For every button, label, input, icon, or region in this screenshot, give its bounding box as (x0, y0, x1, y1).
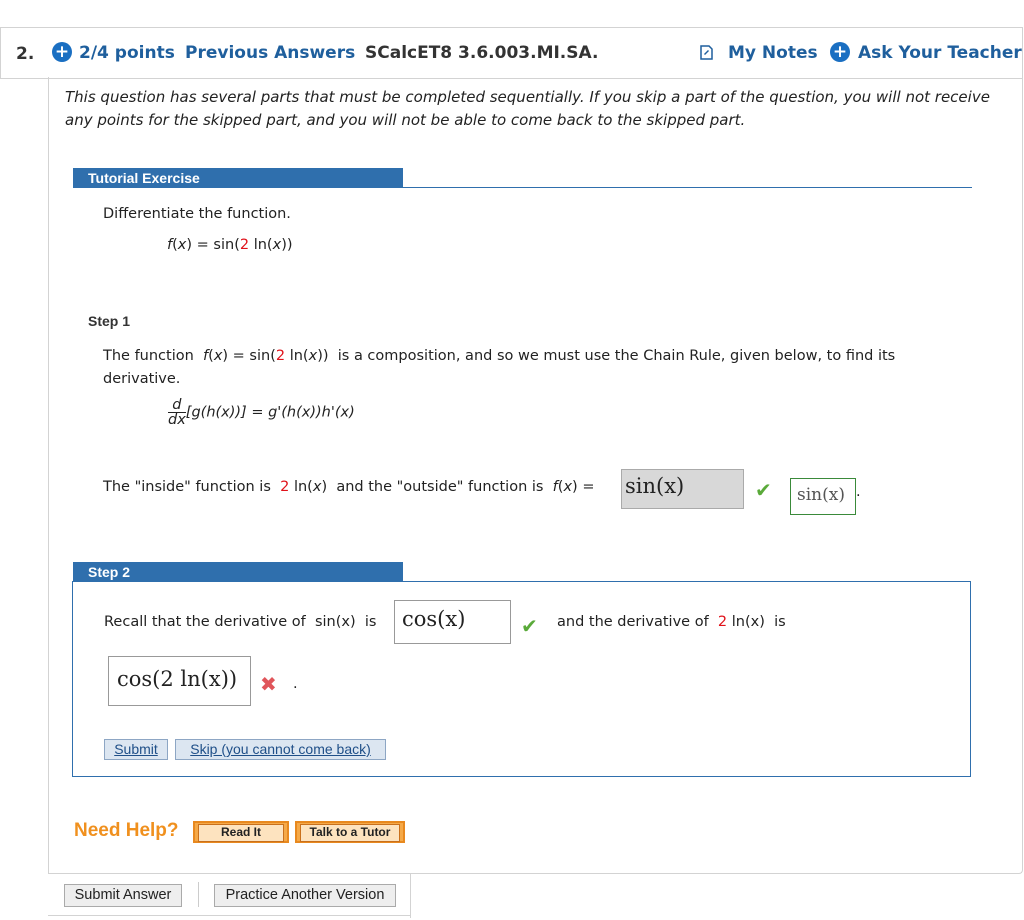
step1-title: Step 1 (88, 313, 131, 329)
tutorial-exercise-header: Tutorial Exercise (73, 168, 403, 188)
need-help-label: Need Help? (74, 820, 179, 841)
recall-text-b: and the derivative of 2 ln(x) is (557, 614, 786, 630)
step1-period: . (856, 484, 861, 500)
incorrect-x-icon: ✖ (260, 672, 277, 696)
previous-answers-link[interactable]: Previous Answers (185, 43, 355, 63)
footer-bottom-border (48, 915, 411, 916)
ask-teacher-link[interactable]: Ask Your Teacher (858, 43, 1022, 63)
talk-to-tutor-button[interactable]: Talk to a Tutor (295, 821, 405, 843)
ask-teacher-plus-icon[interactable]: + (830, 42, 850, 62)
skip-button[interactable]: Skip (you cannot come back) (175, 739, 386, 760)
footer-divider (198, 882, 199, 907)
question-number: 2. (16, 44, 35, 64)
submit-answer-button[interactable]: Submit Answer (64, 884, 182, 907)
assignment-id: SCalcET8 3.6.003.MI.SA. (365, 43, 599, 63)
sequential-notice: This question has several parts that mus… (65, 88, 990, 129)
expand-plus-icon[interactable]: + (52, 42, 72, 62)
points-link[interactable]: 2/4 points (79, 43, 175, 63)
derivative-ln-input[interactable]: cos(2 ln(x)) (108, 656, 251, 706)
notes-icon[interactable] (700, 45, 713, 60)
practice-another-version-button[interactable]: Practice Another Version (214, 884, 396, 907)
outside-answer-display: sin(x) (790, 478, 856, 515)
footer-right-border (410, 873, 411, 918)
step2-period: . (293, 676, 298, 692)
outside-function-answer[interactable]: sin(x) (621, 469, 744, 509)
recall-text-a: Recall that the derivative of sin(x) is (104, 614, 377, 630)
step2-header: Step 2 (73, 562, 403, 582)
read-it-button[interactable]: Read It (193, 821, 289, 843)
my-notes-link[interactable]: My Notes (728, 43, 818, 63)
chain-rule-formula: d dx [g(h(x))] = g'(h(x))h'(x) (168, 397, 355, 428)
step1-text-line2: derivative. (103, 371, 181, 387)
correct-check-icon: ✔ (755, 478, 772, 502)
function-definition: f(x) = sin(2 ln(x)) (167, 237, 293, 253)
tutorial-divider (73, 187, 972, 188)
question-header: 2. + 2/4 points Previous Answers SCalcET… (0, 27, 1023, 79)
tutorial-instruction: Differentiate the function. (103, 206, 291, 222)
correct-check-icon-2: ✔ (521, 614, 538, 638)
derivative-sin-input[interactable]: cos(x) (394, 600, 511, 644)
submit-button[interactable]: Submit (104, 739, 168, 760)
inside-outside-text: The "inside" function is 2 ln(x) and the… (103, 479, 595, 495)
step1-text-line1: The function f(x) = sin(2 ln(x)) is a co… (103, 348, 896, 364)
